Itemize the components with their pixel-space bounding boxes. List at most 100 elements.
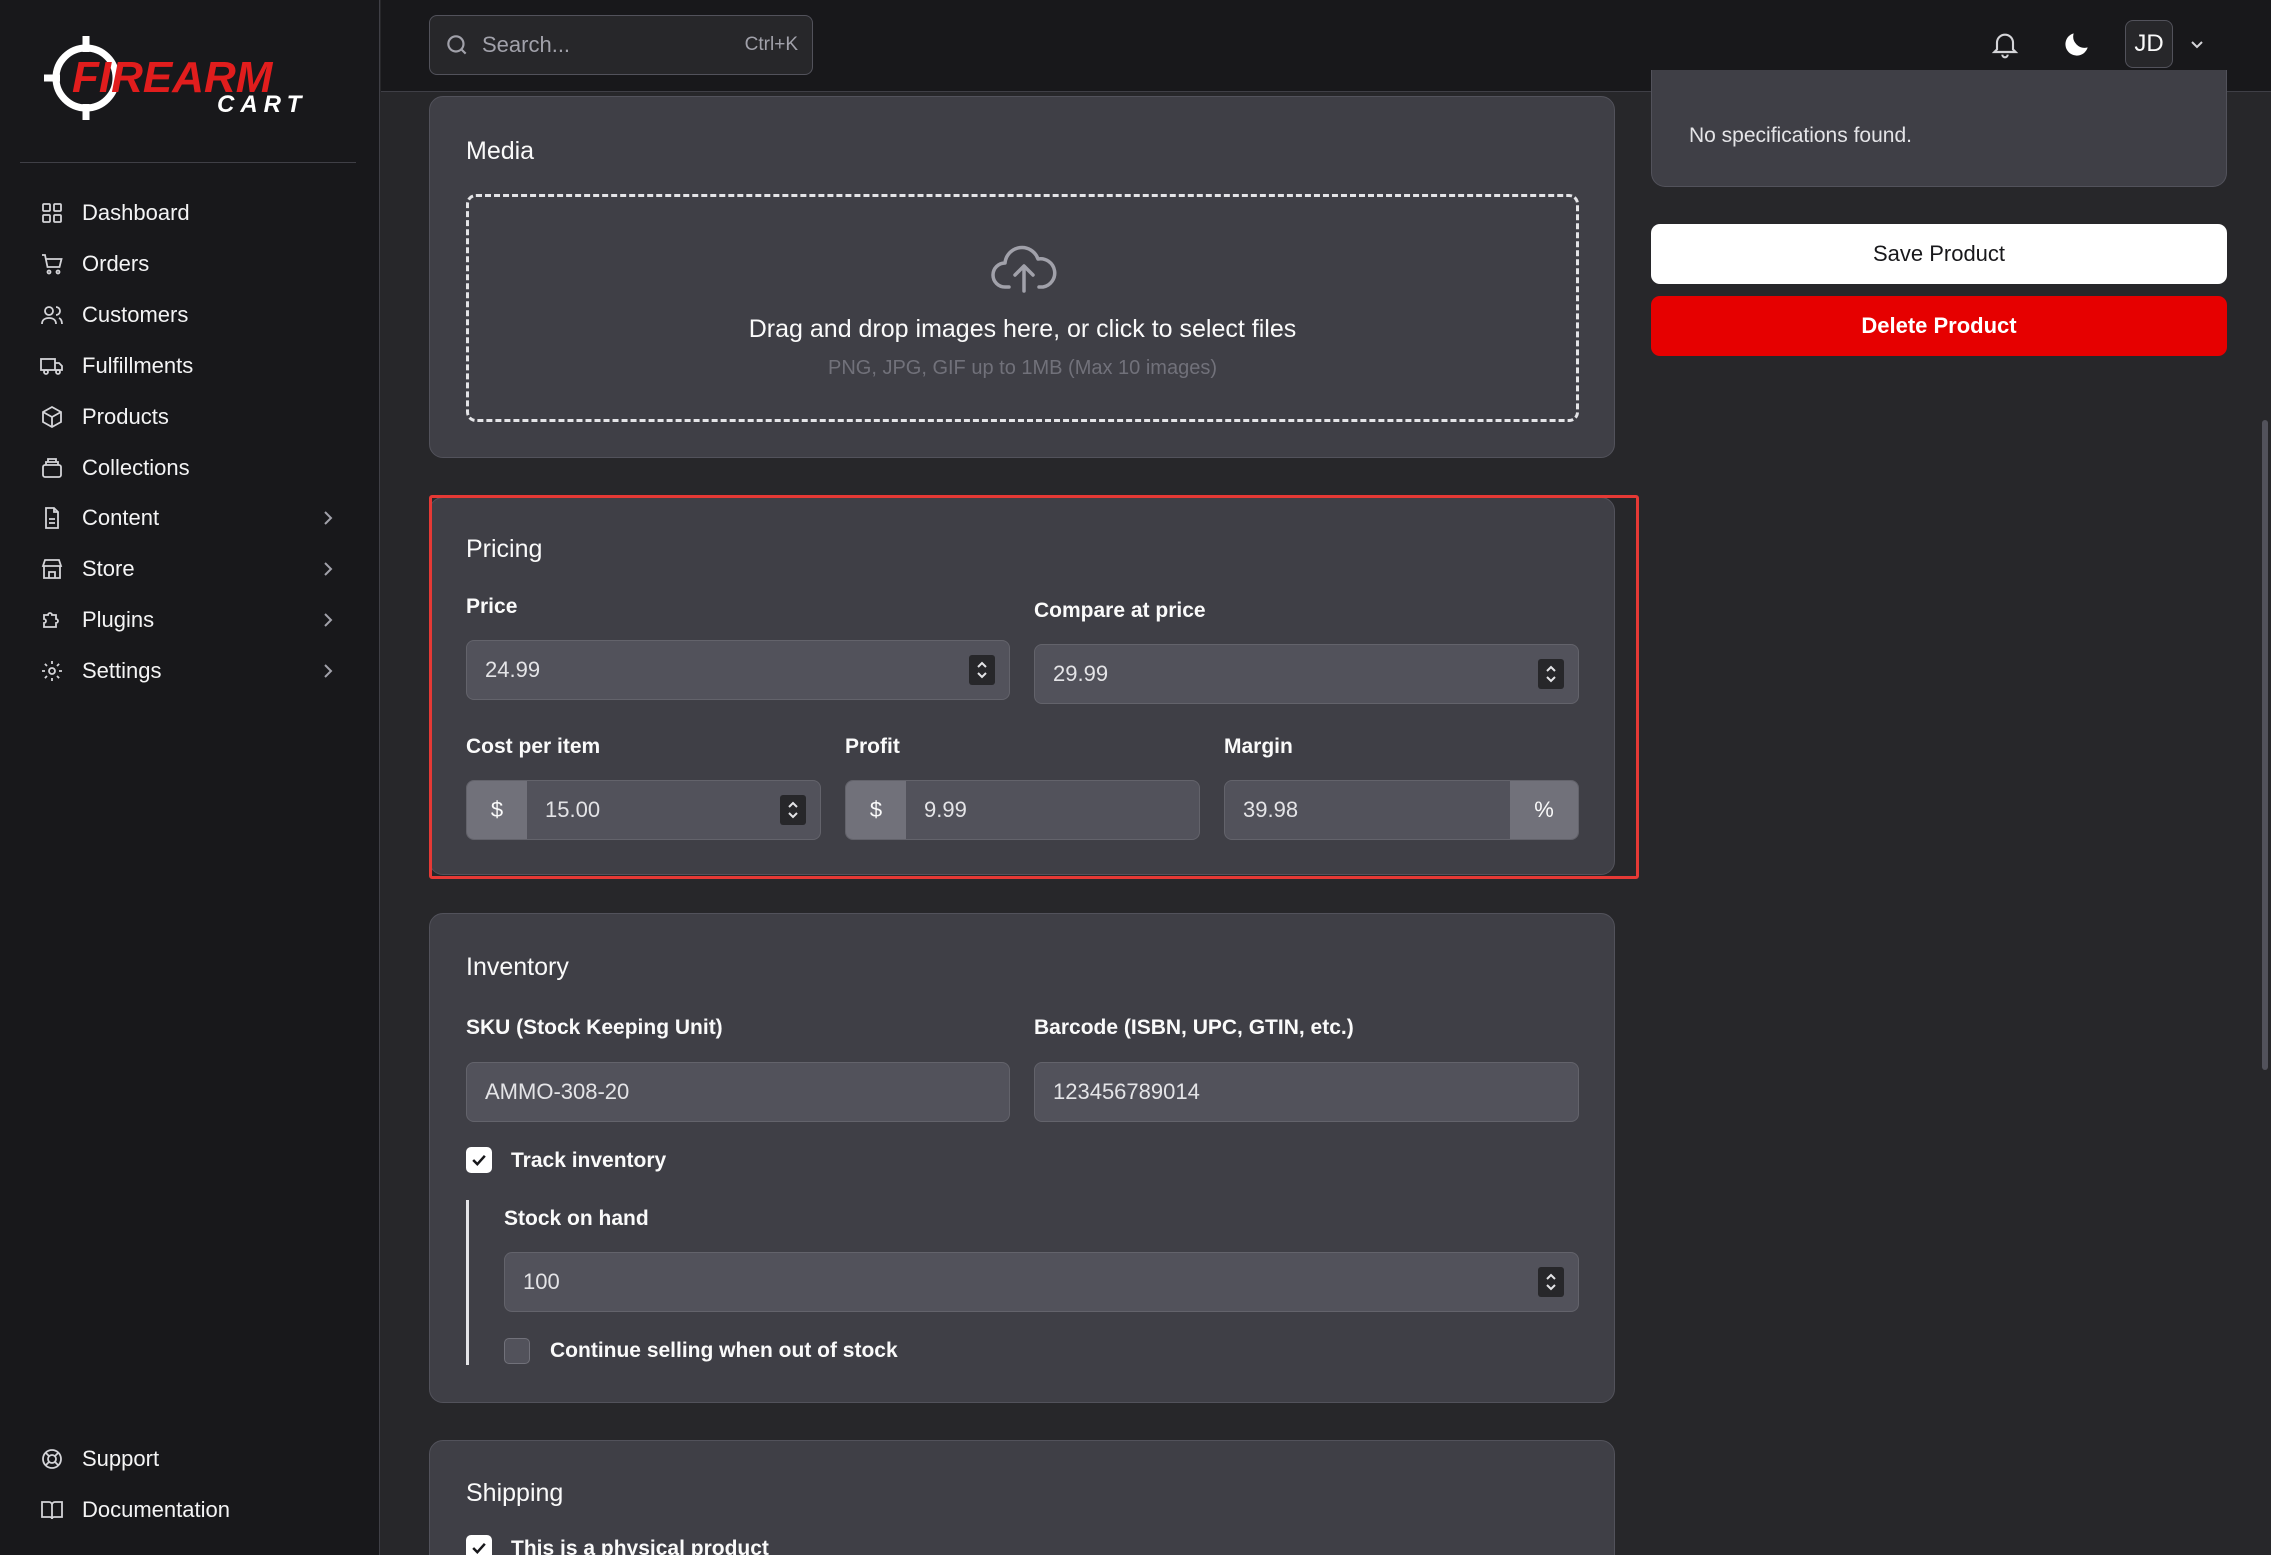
physical-product-checkbox[interactable] (466, 1535, 492, 1555)
sku-value: AMMO-308-20 (485, 1079, 630, 1104)
search-icon (444, 32, 470, 58)
track-inventory-label: Track inventory (511, 1149, 667, 1172)
sidebar-item-customers[interactable]: Customers (40, 295, 340, 335)
search-placeholder: Search... (482, 32, 571, 57)
margin-value: 39.98 (1243, 797, 1299, 822)
cost-value: 15.00 (545, 797, 601, 822)
sidebar-item-label: Store (82, 556, 135, 581)
cart-icon (40, 252, 64, 276)
image-dropzone[interactable]: Drag and drop images here, or click to s… (466, 194, 1579, 422)
book-icon (40, 1498, 64, 1522)
users-icon (40, 303, 64, 327)
chevron-right-icon (316, 659, 340, 683)
sidebar-divider (20, 162, 356, 163)
sidebar-item-store[interactable]: Store (40, 549, 340, 589)
stock-indent-bar (466, 1200, 469, 1365)
compare-price-label: Compare at price (1034, 599, 1206, 622)
sidebar-item-collections[interactable]: Collections (40, 448, 340, 488)
stock-input[interactable]: 100 (504, 1252, 1579, 1312)
sidebar-item-documentation[interactable]: Documentation (40, 1490, 340, 1530)
gear-icon (40, 659, 64, 683)
profit-label: Profit (845, 735, 900, 758)
avatar[interactable]: JD (2125, 20, 2173, 68)
bell-icon[interactable] (1989, 28, 2021, 60)
barcode-value: 123456789014 (1053, 1079, 1200, 1104)
puzzle-icon (40, 608, 64, 632)
continue-selling-label: Continue selling when out of stock (550, 1339, 898, 1362)
currency-addon: $ (467, 781, 527, 839)
sidebar-item-label: Support (82, 1446, 160, 1471)
save-product-label: Save Product (1872, 241, 2006, 266)
sidebar-item-label: Customers (82, 302, 189, 327)
layers-icon (40, 456, 64, 480)
continue-selling-checkbox[interactable] (504, 1338, 530, 1364)
sidebar-item-dashboard[interactable]: Dashboard (40, 193, 340, 233)
sidebar-item-support[interactable]: Support (40, 1439, 340, 1479)
delete-product-label: Delete Product (1861, 313, 2017, 338)
shipping-title: Shipping (466, 1479, 564, 1507)
sidebar-item-label: Settings (82, 658, 162, 683)
track-inventory-checkbox[interactable] (466, 1147, 492, 1173)
margin-input: 39.98 % (1224, 780, 1579, 840)
profit-value: 9.99 (924, 797, 967, 822)
store-icon (40, 557, 64, 581)
cost-input[interactable]: $ 15.00 (466, 780, 821, 840)
percent-addon: % (1510, 781, 1578, 839)
search-input[interactable]: Search... Ctrl+K (429, 15, 813, 75)
dropzone-text: Drag and drop images here, or click to s… (748, 315, 1297, 343)
sidebar-item-products[interactable]: Products (40, 397, 340, 437)
media-title: Media (466, 137, 535, 165)
price-value: 24.99 (485, 657, 541, 682)
logo-word-bottom: CART (217, 91, 307, 118)
stepper-icon[interactable] (1538, 1267, 1564, 1297)
stepper-icon[interactable] (780, 795, 806, 825)
price-label: Price (466, 595, 518, 618)
check-icon (469, 1538, 489, 1555)
stepper-icon[interactable] (969, 655, 995, 685)
sidebar-item-content[interactable]: Content (40, 498, 340, 538)
stock-value: 100 (523, 1269, 560, 1294)
save-product-button[interactable]: Save Product (1651, 224, 2227, 284)
barcode-label: Barcode (ISBN, UPC, GTIN, etc.) (1034, 1016, 1354, 1039)
specs-empty-text: No specifications found. (1689, 124, 1912, 147)
moon-icon[interactable] (2061, 28, 2093, 60)
sidebar: FIREARM CART Dashboard Orders Customers … (0, 0, 380, 1555)
barcode-input[interactable]: 123456789014 (1034, 1062, 1579, 1122)
box-icon (40, 405, 64, 429)
sku-label: SKU (Stock Keeping Unit) (466, 1016, 723, 1039)
sidebar-item-label: Products (82, 404, 169, 429)
grid-icon (40, 201, 64, 225)
stepper-icon[interactable] (1538, 659, 1564, 689)
lifebuoy-icon (40, 1447, 64, 1471)
margin-label: Margin (1224, 735, 1293, 758)
price-input[interactable]: 24.99 (466, 640, 1010, 700)
sidebar-item-label: Plugins (82, 607, 155, 632)
sidebar-item-fulfillments[interactable]: Fulfillments (40, 346, 340, 386)
avatar-initials: JD (2134, 30, 2164, 57)
sidebar-item-label: Content (82, 505, 160, 530)
sidebar-item-label: Dashboard (82, 200, 190, 225)
truck-icon (40, 354, 64, 378)
delete-product-button[interactable]: Delete Product (1651, 296, 2227, 356)
pricing-title: Pricing (466, 535, 543, 563)
chevron-right-icon (316, 506, 340, 530)
scrollbar[interactable] (2262, 420, 2268, 1070)
sidebar-item-plugins[interactable]: Plugins (40, 600, 340, 640)
compare-price-input[interactable]: 29.99 (1034, 644, 1579, 704)
sidebar-item-orders[interactable]: Orders (40, 244, 340, 284)
cloud-upload-icon (991, 241, 1057, 295)
brand-logo[interactable]: FIREARM CART (42, 30, 342, 126)
sku-input[interactable]: AMMO-308-20 (466, 1062, 1010, 1122)
currency-addon: $ (846, 781, 906, 839)
sidebar-item-settings[interactable]: Settings (40, 651, 340, 691)
sidebar-item-label: Orders (82, 251, 150, 276)
sidebar-item-label: Documentation (82, 1497, 230, 1522)
physical-product-label: This is a physical product (511, 1537, 769, 1555)
profit-input: $ 9.99 (845, 780, 1200, 840)
sidebar-item-label: Collections (82, 455, 190, 480)
check-icon (469, 1150, 489, 1170)
dropzone-hint: PNG, JPG, GIF up to 1MB (Max 10 images) (827, 357, 1217, 379)
chevron-down-icon[interactable] (2185, 32, 2209, 56)
search-shortcut: Ctrl+K (744, 34, 798, 55)
cost-label: Cost per item (466, 735, 601, 758)
